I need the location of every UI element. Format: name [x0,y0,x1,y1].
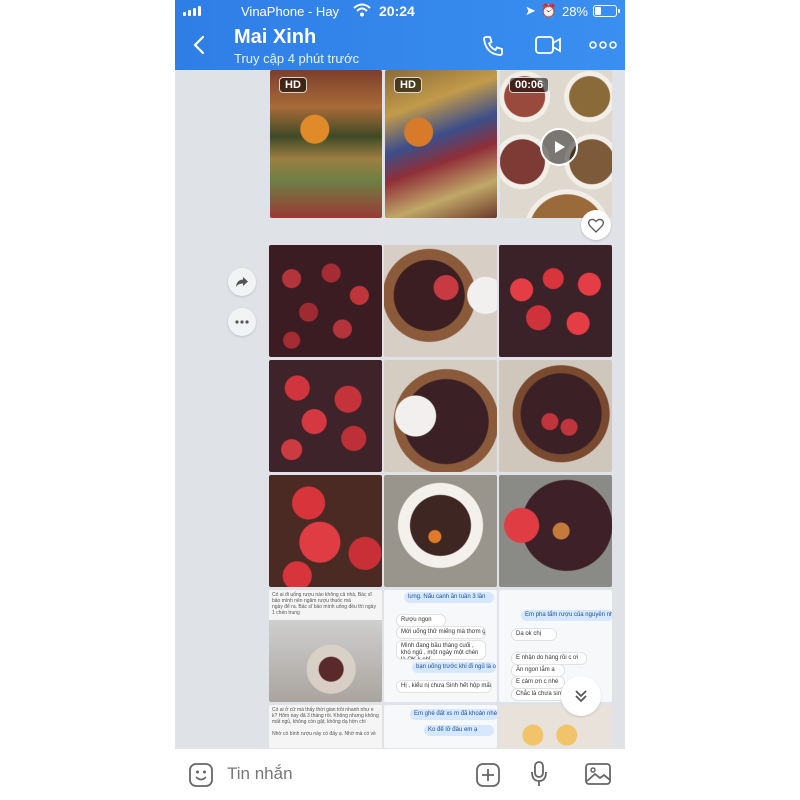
chat-bubble: Em pha tẩm rượu của nguyên nhé [521,610,612,621]
screenshot-chat-5[interactable]: Em ghé đất xs m đã khoản nhé Ko để lỡ đâ… [384,705,497,748]
photo-glass [269,620,382,702]
screenshot-chat-2[interactable]: lưng. Nấu canh ăn tuần 3 lần Rượu ngon M… [384,590,497,702]
message-list[interactable]: HD HD 00:06 Có ai đi uống rượu nào không… [175,70,625,748]
battery-icon [593,5,620,17]
status-bar: VinaPhone - Hay 20:24 ➤ ⏰ 28% [175,0,625,22]
photo-fruit-jar-2[interactable] [384,360,497,472]
message-input[interactable]: Tin nhắn [227,764,293,784]
more-options-icon[interactable] [228,308,256,336]
chat-bubble: Ko để lỡ đâu em ạ [424,725,494,736]
photo-fruit-jar-3[interactable] [499,360,612,472]
share-icon[interactable] [228,268,256,296]
hd-badge: HD [394,77,422,93]
photo-fruit-1[interactable] [269,245,382,357]
review-text: ngày để ra. Bác sĩ bảo mình uống đều thì… [272,604,376,616]
chat-bubble: Mình đang bầu tháng cuối , khó ngủ , một… [396,640,486,660]
chat-header: VinaPhone - Hay 20:24 ➤ ⏰ 28% Mai Xinh T… [175,0,625,70]
carrier-label: VinaPhone - Hay [241,4,340,19]
review-text: Có ai ở cữ mà thấy thời gian trôi nhanh … [272,707,379,725]
message-composer: Tin nhắn [175,748,625,800]
play-icon[interactable] [540,128,578,166]
signal-icon [183,6,201,16]
photo-fruit-bowl[interactable] [384,475,497,587]
review-text: Có ai đi uống rượu nào không cả nhà, Bác… [272,592,372,604]
screenshot-review-4[interactable]: Có ai ở cữ mà thấy thời gian trôi nhanh … [269,705,382,748]
hd-badge: HD [279,77,307,93]
sticker-icon[interactable] [188,762,214,788]
add-icon[interactable] [475,762,501,788]
wifi-icon [353,3,371,17]
microphone-icon[interactable] [530,760,548,788]
chat-bubble: Em ghé đất xs m đã khoản nhé [410,709,497,720]
phone-icon[interactable] [481,34,505,58]
photo-fruit-2[interactable] [499,245,612,357]
screenshot-review-1[interactable]: Có ai đi uống rượu nào không cả nhà, Bác… [269,590,382,702]
last-seen: Truy cập 4 phút trước [234,51,360,66]
back-icon[interactable] [189,34,211,56]
location-icon: ➤ [524,3,536,18]
chat-screen: VinaPhone - Hay 20:24 ➤ ⏰ 28% Mai Xinh T… [175,0,625,800]
video-herbs[interactable]: 00:06 [500,70,612,218]
chat-bubble: Dạ ok chị [511,628,557,641]
chat-bubble: lưng. Nấu canh ăn tuần 3 lần [404,592,494,603]
video-duration: 00:06 [509,77,550,93]
photo-fruit-jar-1[interactable] [384,245,497,357]
video-call-icon[interactable] [534,34,562,56]
battery-percent: 28% [561,3,588,19]
status-right: ➤ ⏰ 28% [524,3,620,19]
review-text: Nhờ có bình rượu này có đấy ạ. Nhờ mà có… [272,731,376,737]
more-icon[interactable] [589,40,617,50]
image-icon[interactable] [584,762,612,786]
contact-name[interactable]: Mai Xinh [234,26,316,49]
photo-herbs-2[interactable]: HD [385,70,497,218]
chat-bubble: Hị , kiểu nị chưa Sinh hết hộp mất [396,680,492,693]
photo-fruit-4[interactable] [269,475,382,587]
photo-fruit-5[interactable] [499,475,612,587]
chat-bubble: bạn uống trước khi đi ngủ là ok nhé [412,662,496,673]
heart-icon[interactable] [581,210,611,240]
clock: 20:24 [379,3,415,19]
chat-bubble: Mới uống thử miếng mà thơm ghê [396,626,486,639]
photo-bottles[interactable] [499,705,612,748]
photo-fruit-3[interactable] [269,360,382,472]
alarm-icon: ⏰ [540,3,557,18]
scroll-down-icon[interactable] [561,676,601,716]
photo-herbs-1[interactable]: HD [270,70,382,218]
